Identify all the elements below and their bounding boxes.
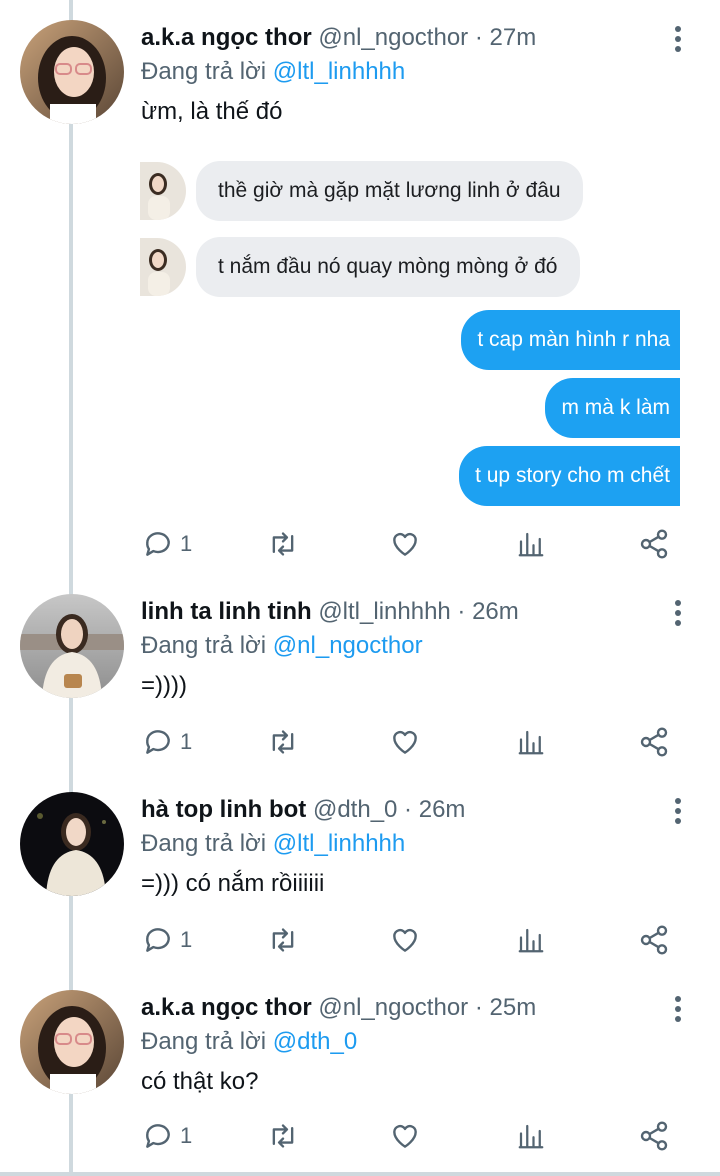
analytics-button[interactable]	[516, 722, 546, 762]
divider	[0, 1172, 720, 1176]
retweet-icon	[272, 730, 294, 754]
reply-button[interactable]: 1	[142, 722, 192, 762]
reply-mention[interactable]: @ltl_linhhhh	[273, 830, 405, 857]
analytics-button[interactable]	[516, 1116, 546, 1156]
reply-prefix: Đang trả lời	[141, 830, 267, 857]
chat-message-incoming: t nắm đầu nó quay mòng mòng ở đó	[140, 236, 580, 298]
chat-bubble-outgoing: t up story cho m chết	[459, 446, 680, 506]
display-name[interactable]: linh ta linh tinh	[141, 598, 312, 625]
like-icon	[393, 532, 417, 556]
tweet-actions: 1	[0, 524, 720, 564]
tweet-1[interactable]: a.k.a ngọc thor @nl_ngocthor · 27m Đang …	[0, 0, 720, 576]
like-icon	[393, 928, 417, 952]
reply-button[interactable]: 1	[142, 920, 192, 960]
avatar[interactable]	[20, 990, 124, 1094]
like-button[interactable]	[389, 722, 421, 762]
reply-mention[interactable]: @nl_ngocthor	[273, 632, 423, 659]
more-icon[interactable]	[674, 600, 682, 626]
tweet-header: hà top linh bot @dth_0 · 26m	[141, 794, 465, 826]
handle-time: @dth_0 · 26m	[312, 796, 466, 823]
reply-prefix: Đang trả lời	[141, 1028, 267, 1055]
reply-icon	[146, 1124, 170, 1148]
like-button[interactable]	[389, 920, 421, 960]
chat-avatar	[140, 238, 186, 296]
display-name[interactable]: a.k.a ngọc thor	[141, 24, 312, 51]
reply-context: Đang trả lời @nl_ngocthor	[141, 630, 423, 662]
avatar[interactable]	[20, 20, 124, 124]
display-name[interactable]: a.k.a ngọc thor	[141, 994, 312, 1021]
display-name[interactable]: hà top linh bot	[141, 796, 306, 823]
like-icon	[393, 1124, 417, 1148]
retweet-button[interactable]	[266, 524, 300, 564]
tweet-text: =))) có nắm rồiiiiii	[141, 870, 325, 897]
handle-time: @nl_ngocthor · 27m	[318, 24, 537, 51]
reply-icon	[146, 532, 170, 556]
tweet-text: có thật ko?	[141, 1068, 259, 1095]
like-button[interactable]	[389, 524, 421, 564]
tweet-actions: 1	[0, 722, 720, 762]
more-icon[interactable]	[674, 26, 682, 52]
reply-context: Đang trả lời @ltl_linhhhh	[141, 56, 405, 88]
reply-context: Đang trả lời @dth_0	[141, 1026, 357, 1058]
like-button[interactable]	[389, 1116, 421, 1156]
share-button[interactable]	[638, 920, 670, 960]
analytics-icon	[518, 1124, 544, 1149]
chat-screenshot-image[interactable]: thề giờ mà gặp mặt lương linh ở đâu t nắ…	[140, 156, 680, 516]
analytics-button[interactable]	[516, 920, 546, 960]
tweet-actions: 1	[0, 1116, 720, 1156]
analytics-button[interactable]	[516, 524, 546, 564]
chat-message-incoming: thề giờ mà gặp mặt lương linh ở đâu	[140, 160, 583, 222]
share-button[interactable]	[638, 524, 670, 564]
handle-time: @ltl_linhhhh · 26m	[318, 598, 519, 625]
reply-mention[interactable]: @ltl_linhhhh	[273, 58, 405, 85]
share-icon	[640, 1121, 668, 1151]
chat-bubble-outgoing: t cap màn hình r nha	[461, 310, 680, 370]
chat-bubble-incoming: thề giờ mà gặp mặt lương linh ở đâu	[196, 161, 583, 221]
tweet-3[interactable]: hà top linh bot @dth_0 · 26m Đang trả lờ…	[0, 772, 720, 970]
share-icon	[640, 727, 668, 757]
tweet-text: ừm, là thế đó	[141, 98, 283, 125]
tweet-text: =))))	[141, 672, 187, 699]
reply-context: Đang trả lời @ltl_linhhhh	[141, 828, 405, 860]
tweet-header: linh ta linh tinh @ltl_linhhhh · 26m	[141, 596, 519, 628]
analytics-icon	[518, 928, 544, 953]
share-button[interactable]	[638, 722, 670, 762]
avatar[interactable]	[20, 792, 124, 896]
reply-icon	[146, 730, 170, 754]
reply-button[interactable]: 1	[142, 524, 192, 564]
tweet-header: a.k.a ngọc thor @nl_ngocthor · 27m	[141, 22, 536, 54]
retweet-button[interactable]	[266, 722, 300, 762]
reply-count: 1	[180, 729, 193, 754]
retweet-icon	[272, 1124, 294, 1148]
share-icon	[640, 925, 668, 955]
avatar[interactable]	[20, 594, 124, 698]
reply-mention[interactable]: @dth_0	[273, 1028, 357, 1055]
tweet-actions: 1	[0, 920, 720, 960]
chat-bubble-outgoing: m mà k làm	[545, 378, 680, 438]
retweet-button[interactable]	[266, 1116, 300, 1156]
tweet-2[interactable]: linh ta linh tinh @ltl_linhhhh · 26m Đan…	[0, 574, 720, 772]
reply-count: 1	[180, 927, 193, 952]
tweet-header: a.k.a ngọc thor @nl_ngocthor · 25m	[141, 992, 536, 1024]
more-icon[interactable]	[674, 996, 682, 1022]
reply-prefix: Đang trả lời	[141, 632, 267, 659]
share-icon	[640, 529, 668, 559]
like-icon	[393, 730, 417, 754]
reply-button[interactable]: 1	[142, 1116, 192, 1156]
analytics-icon	[518, 730, 544, 755]
retweet-icon	[272, 928, 294, 952]
reply-icon	[146, 928, 170, 952]
retweet-button[interactable]	[266, 920, 300, 960]
reply-prefix: Đang trả lời	[141, 58, 267, 85]
chat-avatar	[140, 162, 186, 220]
reply-count: 1	[180, 531, 193, 556]
retweet-icon	[272, 532, 294, 556]
share-button[interactable]	[638, 1116, 670, 1156]
chat-bubble-incoming: t nắm đầu nó quay mòng mòng ở đó	[196, 237, 580, 297]
more-icon[interactable]	[674, 798, 682, 824]
tweet-4[interactable]: a.k.a ngọc thor @nl_ngocthor · 25m Đang …	[0, 970, 720, 1172]
reply-count: 1	[180, 1123, 193, 1148]
handle-time: @nl_ngocthor · 25m	[318, 994, 537, 1021]
analytics-icon	[518, 532, 544, 557]
